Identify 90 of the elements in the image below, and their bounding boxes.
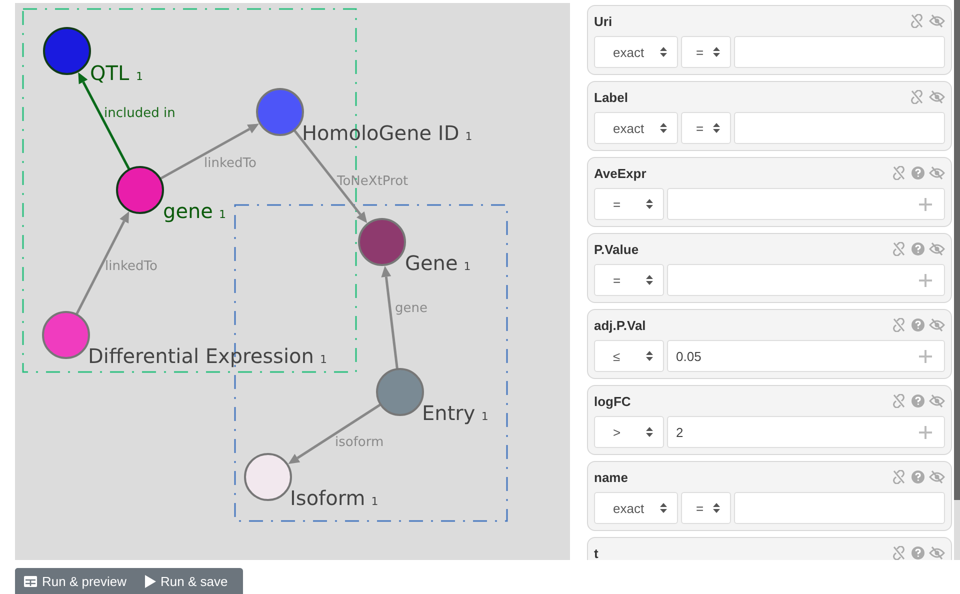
help-icon[interactable]	[911, 394, 925, 408]
node-count: 1	[481, 410, 488, 423]
unlink-icon[interactable]	[891, 470, 907, 484]
node-label: Differential Expression	[88, 344, 314, 368]
edge-label: ToNeXtProt	[337, 174, 408, 189]
sort-icon	[713, 123, 720, 133]
operator-select[interactable]: =	[681, 112, 731, 144]
sort-icon	[713, 47, 720, 57]
unlink-icon[interactable]	[891, 166, 907, 180]
sort-icon	[646, 275, 653, 285]
node-label: Entry	[422, 401, 476, 425]
filter-title: Uri	[594, 14, 612, 28]
filter-title: t	[594, 546, 598, 560]
sort-icon	[660, 503, 667, 513]
node-count: 1	[218, 208, 226, 221]
graph-node[interactable]	[244, 453, 292, 501]
hide-icon[interactable]	[929, 14, 945, 28]
filter-title: AveExpr	[594, 166, 646, 180]
operator-select[interactable]: =	[594, 188, 664, 220]
sort-icon	[660, 47, 667, 57]
edge-label: linkedTo	[105, 259, 158, 274]
add-icon[interactable]	[919, 198, 932, 210]
operator-select[interactable]: >	[594, 416, 664, 448]
graph-node[interactable]	[43, 27, 91, 75]
edge-label: linkedTo	[204, 156, 256, 171]
hide-icon[interactable]	[929, 166, 945, 180]
filter-title: logFC	[594, 394, 631, 408]
operator-select[interactable]: =	[681, 492, 731, 524]
sort-icon	[646, 351, 653, 361]
sort-icon	[646, 427, 653, 437]
hide-icon[interactable]	[929, 318, 945, 332]
table-icon	[24, 576, 37, 586]
match-select[interactable]: exact	[594, 112, 678, 144]
node-count: 1	[465, 130, 472, 143]
node-label: Gene	[405, 251, 458, 275]
value-field[interactable]	[734, 492, 945, 524]
scrollbar[interactable]	[954, 0, 960, 560]
play-icon	[144, 574, 156, 588]
add-icon[interactable]	[919, 426, 932, 438]
value-field[interactable]: 0.05	[667, 340, 945, 372]
value-field[interactable]	[667, 188, 945, 220]
operator-select[interactable]: ≤	[594, 340, 664, 372]
node-count: 1	[136, 70, 143, 83]
graph-node[interactable]	[358, 218, 406, 266]
unlink-icon[interactable]	[891, 318, 907, 332]
help-icon[interactable]	[911, 318, 925, 332]
sort-icon	[646, 199, 653, 209]
graph-node[interactable]	[42, 311, 90, 359]
operator-select[interactable]: =	[594, 264, 664, 296]
sort-icon	[713, 503, 720, 513]
operator-select[interactable]: =	[681, 36, 731, 68]
hide-icon[interactable]	[929, 242, 945, 256]
edge-label: included in	[104, 106, 176, 121]
unlink-icon[interactable]	[891, 394, 907, 408]
value-field[interactable]	[667, 264, 945, 296]
edge-label: isoform	[335, 435, 384, 450]
add-icon[interactable]	[919, 274, 932, 286]
node-label: Isoform	[290, 486, 366, 510]
value-field[interactable]: 2	[667, 416, 945, 448]
add-icon[interactable]	[919, 350, 932, 362]
graph-node[interactable]	[376, 368, 424, 416]
filter-title: P.Value	[594, 242, 639, 256]
sort-icon	[660, 123, 667, 133]
help-icon[interactable]	[911, 242, 925, 256]
unlink-icon[interactable]	[891, 546, 907, 560]
hide-icon[interactable]	[929, 470, 945, 484]
filter-title: Label	[594, 90, 628, 104]
node-count: 1	[371, 495, 378, 508]
hide-icon[interactable]	[929, 90, 945, 104]
node-label: gene	[163, 199, 213, 223]
graph-node[interactable]	[116, 166, 164, 214]
graph-node[interactable]	[256, 88, 304, 136]
unlink-icon[interactable]	[891, 242, 907, 256]
value-field[interactable]	[734, 112, 945, 144]
match-select[interactable]: exact	[594, 36, 678, 68]
hide-icon[interactable]	[929, 394, 945, 408]
unlink-icon[interactable]	[909, 90, 925, 104]
filter-title: name	[594, 470, 628, 484]
hide-icon[interactable]	[929, 546, 945, 560]
filter-title: adj.P.Val	[594, 318, 646, 332]
unlink-icon[interactable]	[909, 14, 925, 28]
value-field[interactable]	[734, 36, 945, 68]
node-label: QTL	[90, 61, 130, 85]
edge-label: gene	[395, 301, 428, 316]
match-select[interactable]: exact	[594, 492, 678, 524]
node-count: 1	[320, 353, 327, 366]
help-icon[interactable]	[911, 546, 925, 560]
node-count: 1	[464, 260, 471, 273]
help-icon[interactable]	[911, 470, 925, 484]
help-icon[interactable]	[911, 166, 925, 180]
